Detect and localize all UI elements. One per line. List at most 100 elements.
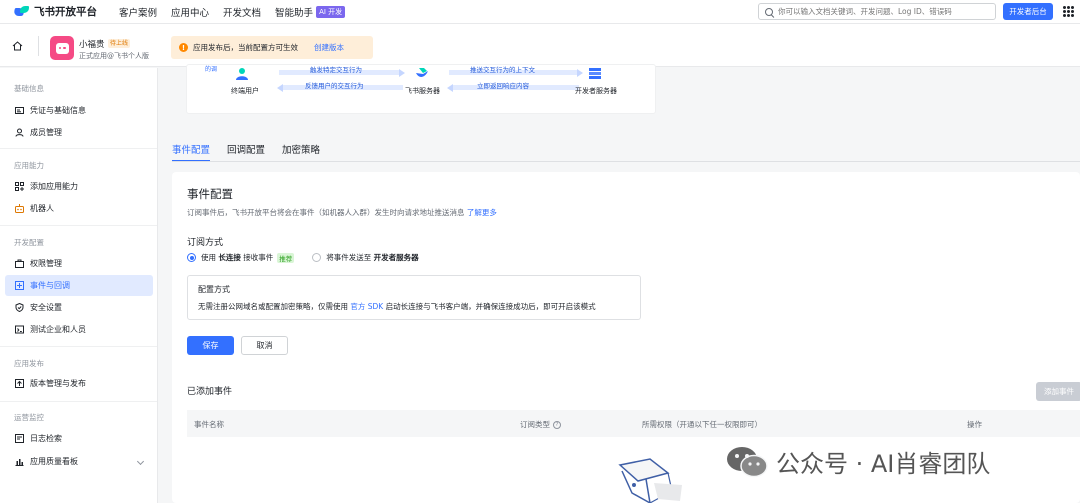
sidebar-item-release[interactable]: 版本管理与发布 [5, 373, 153, 394]
mode-text-b: 启动长连接与飞书客户端，并确保连接成功后，即可开启该模式 [385, 302, 596, 311]
nav-link-assistant-label: 智能助手 [275, 7, 314, 19]
sidebar-item-members[interactable]: 成员管理 [5, 122, 153, 143]
publish-notice: ! 应用发布后，当前配置方可生效 创建版本 [171, 36, 373, 59]
diagram-corner-tag: 的调 [205, 66, 218, 73]
chevron-down-icon[interactable] [136, 457, 145, 466]
radio-developer-server[interactable] [312, 253, 322, 262]
nav-links: 客户案例 应用中心 开发文档 智能助手 AI 开发 [119, 5, 359, 19]
config-mode-title: 配置方式 [198, 285, 230, 294]
option1-prefix: 使用 [201, 253, 216, 262]
node-developer-server: 开发者服务器 [575, 87, 617, 95]
sidebar-item-label: 测试企业和人员 [30, 325, 86, 334]
tab-callback-config[interactable]: 回调配置 [227, 142, 265, 162]
watermark-text: 公众号 · AI肖睿团队 [776, 450, 991, 478]
description-text: 订阅事件后，飞书开放平台将会在事件（如机器人入群）发生时向请求地址推送消息 [187, 208, 465, 217]
developer-server-icon [589, 68, 601, 79]
divider [38, 36, 39, 56]
tab-divider [172, 161, 1080, 162]
logo[interactable]: 飞书开放平台 [12, 4, 97, 19]
sidebar-section-basic: 基础信息 [14, 84, 44, 93]
create-version-link[interactable]: 创建版本 [314, 42, 344, 53]
config-tabs: 事件配置 回调配置 加密策略 [172, 142, 337, 162]
column-header-label: 订阅类型 [520, 420, 550, 429]
cancel-button[interactable]: 取消 [241, 336, 288, 355]
mode-text-a: 无需注册公网域名或配置加密策略，仅需使用 [198, 302, 348, 311]
tab-event-config[interactable]: 事件配置 [172, 142, 211, 162]
robot-avatar-icon [55, 42, 69, 54]
help-icon[interactable]: ? [553, 420, 561, 429]
section-title: 事件配置 [187, 187, 233, 201]
subscribe-mode-title: 订阅方式 [187, 238, 224, 248]
sidebar-divider [0, 148, 157, 149]
test-icon [15, 325, 24, 334]
arrow-label-respond: 立即返回响应内容 [477, 82, 529, 90]
home-icon[interactable] [12, 41, 23, 51]
column-header-subscription-type: 订阅类型? [520, 419, 561, 430]
learn-more-link[interactable]: 了解更多 [467, 208, 497, 217]
sidebar-item-log[interactable]: 日志检索 [5, 428, 153, 449]
sidebar-item-label: 添加应用能力 [30, 182, 78, 191]
permission-icon [15, 259, 24, 268]
nav-link-docs[interactable]: 开发文档 [223, 5, 261, 19]
top-nav: 飞书开放平台 客户案例 应用中心 开发文档 智能助手AI 开发 开发者后台 [0, 0, 1080, 24]
radio-long-connection[interactable] [187, 253, 196, 262]
option1-bold: 长连接 [218, 253, 241, 262]
search-icon [765, 7, 773, 16]
arrow-left-icon [277, 83, 283, 92]
recommend-badge: 推荐 [277, 252, 295, 263]
add-capability-icon [15, 182, 24, 191]
sidebar-item-add-capability[interactable]: 添加应用能力 [5, 176, 153, 197]
add-event-button[interactable]: 添加事件 [1036, 382, 1080, 401]
option1-suffix: 接收事件 [243, 253, 274, 262]
sidebar-item-permissions[interactable]: 权限管理 [5, 253, 153, 274]
option2-bold: 开发者服务器 [373, 253, 419, 262]
sidebar-item-security[interactable]: 安全设置 [5, 297, 153, 318]
node-feishu-server: 飞书服务器 [405, 87, 440, 95]
nav-link-app-center[interactable]: 应用中心 [171, 5, 209, 19]
events-table-header: 事件名称 订阅类型? 所需权限（开通以下任一权限即可） 操作 [187, 410, 1080, 437]
save-button[interactable]: 保存 [187, 336, 234, 355]
sidebar-section-capability: 应用能力 [14, 161, 44, 170]
flow-diagram: 的调 终端用户 触发特定交互行为 反馈用户的交互行为 飞书服务器 推送交互行为的… [186, 64, 656, 114]
app-header: 小福贵 待上线 正式应用@飞书个人版 ! 应用发布后，当前配置方可生效 创建版本 [0, 24, 1080, 67]
subscribe-mode-options: 使用 长连接 接收事件 推荐 将事件发送至 开发者服务器 [187, 252, 419, 263]
column-header-event-name: 事件名称 [194, 420, 224, 429]
config-mode-text: 无需注册公网域名或配置加密策略，仅需使用 官方 SDK 启动长连接与飞书客户端，… [198, 301, 596, 312]
empty-state-illustration [618, 458, 682, 503]
user-icon [236, 68, 248, 80]
sidebar-item-label: 机器人 [30, 204, 54, 213]
wechat-icon [727, 446, 768, 477]
sidebar-item-events[interactable]: 事件与回调 [5, 275, 153, 296]
feishu-logo-icon [12, 5, 30, 18]
sidebar-item-label: 日志检索 [30, 434, 62, 443]
event-icon [15, 281, 24, 290]
dev-console-button[interactable]: 开发者后台 [1003, 3, 1053, 20]
sidebar-item-label: 凭证与基础信息 [30, 106, 86, 115]
notice-text: 应用发布后，当前配置方可生效 [193, 43, 298, 52]
sidebar-item-label: 事件与回调 [30, 281, 70, 290]
column-header-permissions: 所需权限（开通以下任一权限即可） [642, 420, 762, 429]
tab-encryption[interactable]: 加密策略 [282, 142, 320, 162]
sidebar-divider [0, 225, 157, 226]
main-content: 的调 终端用户 触发特定交互行为 反馈用户的交互行为 飞书服务器 推送交互行为的… [158, 64, 1080, 503]
nav-link-cases[interactable]: 客户案例 [119, 5, 157, 19]
shield-icon [15, 303, 24, 312]
logo-text: 飞书开放平台 [34, 6, 97, 18]
app-name: 小福贵 [79, 40, 105, 50]
official-sdk-link[interactable]: 官方 SDK [350, 302, 383, 311]
sidebar-item-dashboard[interactable]: 应用质量看板 [5, 451, 153, 472]
credential-icon [15, 107, 24, 114]
sidebar-item-robot[interactable]: 机器人 [5, 198, 153, 219]
apps-grid-icon[interactable] [1063, 6, 1074, 17]
arrow-right-icon [577, 68, 583, 77]
sidebar-item-test[interactable]: 测试企业和人员 [5, 319, 153, 340]
release-icon [15, 379, 24, 388]
config-mode-box: 配置方式 无需注册公网域名或配置加密策略，仅需使用 官方 SDK 启动长连接与飞… [187, 275, 641, 320]
search-box[interactable] [758, 3, 996, 20]
log-icon [15, 434, 24, 443]
sidebar-item-credentials[interactable]: 凭证与基础信息 [5, 100, 153, 121]
section-description: 订阅事件后，飞书开放平台将会在事件（如机器人入群）发生时向请求地址推送消息 了解… [187, 207, 497, 218]
search-input[interactable] [778, 7, 978, 16]
nav-link-assistant[interactable]: 智能助手 AI 开发 [275, 5, 346, 19]
arrow-label-push: 推送交互行为的上下文 [470, 66, 535, 74]
